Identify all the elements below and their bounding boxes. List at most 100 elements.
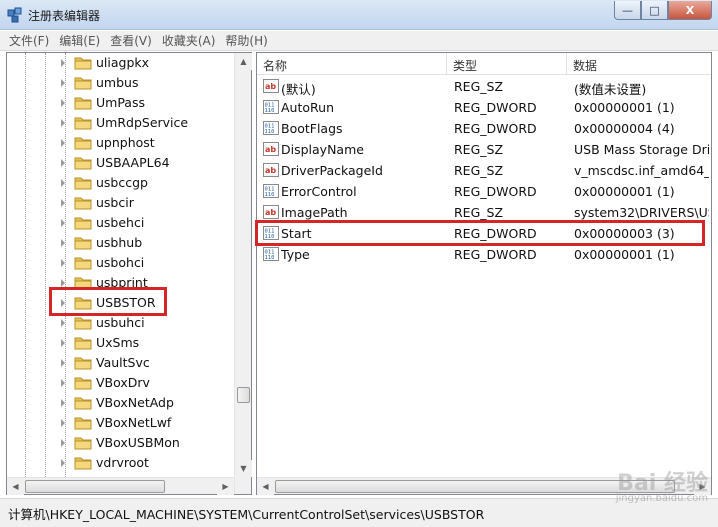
- value-row-errorcontrol[interactable]: 011 110 ErrorControl REG_DWORD 0x00000001 (1…: [257, 181, 711, 202]
- tree-item-vboxusbmon[interactable]: VBoxUSBMon: [7, 433, 235, 453]
- tree-item-label: VBoxUSBMon: [96, 435, 180, 450]
- registry-editor-icon: [7, 7, 22, 23]
- highlight-box-start: [255, 220, 705, 246]
- expand-arrow-icon[interactable]: [61, 119, 65, 127]
- value-type: REG_SZ: [454, 163, 504, 178]
- tree-item-uliagpkx[interactable]: uliagpkx: [7, 53, 235, 73]
- minimize-button[interactable]: —: [614, 1, 641, 20]
- expand-arrow-icon[interactable]: [61, 99, 65, 107]
- svg-text:ab: ab: [265, 82, 276, 91]
- menu-view[interactable]: 查看(V): [105, 32, 157, 49]
- expand-arrow-icon[interactable]: [61, 279, 65, 287]
- tree-item-label: VBoxDrv: [96, 375, 150, 390]
- expand-arrow-icon[interactable]: [61, 359, 65, 367]
- value-type: REG_SZ: [454, 79, 504, 94]
- tree-item-umpass[interactable]: UmPass: [7, 93, 235, 113]
- close-button[interactable]: X: [668, 1, 712, 20]
- tree-item-vdrvroot[interactable]: vdrvroot: [7, 453, 235, 473]
- value-name: DriverPackageId: [281, 163, 383, 178]
- tree-item-upnphost[interactable]: upnphost: [7, 133, 235, 153]
- binary-value-icon: 011110: [263, 121, 279, 135]
- expand-arrow-icon[interactable]: [61, 319, 65, 327]
- svg-text:ab: ab: [265, 208, 276, 217]
- tree-vertical-scrollbar[interactable]: ▲ ▼: [234, 53, 252, 494]
- registry-path: 计算机\HKEY_LOCAL_MACHINE\SYSTEM\CurrentCon…: [8, 507, 485, 522]
- watermark-url: jingyan.baidu.com: [615, 493, 708, 504]
- value-row-autorun[interactable]: 011 110 AutoRun REG_DWORD 0x00000001 (1): [257, 97, 711, 118]
- tree-item-usbuhci[interactable]: usbuhci: [7, 313, 235, 333]
- value-row-type[interactable]: 011 110 Type REG_DWORD 0x00000001 (1): [257, 244, 711, 265]
- column-header-data[interactable]: 数据: [567, 53, 711, 75]
- tree-item-usbohci[interactable]: usbohci: [7, 253, 235, 273]
- svg-text:ab: ab: [265, 145, 276, 154]
- folder-icon: [74, 337, 92, 350]
- column-header-type[interactable]: 类型: [447, 53, 567, 75]
- expand-arrow-icon[interactable]: [61, 179, 65, 187]
- tree-item-uxsms[interactable]: UxSms: [7, 333, 235, 353]
- tree-item-vaultsvc[interactable]: VaultSvc: [7, 353, 235, 373]
- menu-bar: 文件(F) 编辑(E) 查看(V) 收藏夹(A) 帮助(H): [0, 31, 718, 51]
- expand-arrow-icon[interactable]: [61, 159, 65, 167]
- scroll-up-button[interactable]: ▲: [235, 53, 252, 70]
- expand-arrow-icon[interactable]: [61, 339, 65, 347]
- tree-item-label: usbccgp: [96, 175, 148, 190]
- tree-item-usbaapl64[interactable]: USBAAPL64: [7, 153, 235, 173]
- expand-arrow-icon[interactable]: [61, 419, 65, 427]
- tree-item-label: UmRdpService: [96, 115, 189, 130]
- expand-arrow-icon[interactable]: [61, 379, 65, 387]
- folder-icon: [74, 257, 92, 270]
- value-data: system32\DRIVERS\USB: [574, 205, 709, 220]
- folder-icon: [74, 77, 92, 90]
- tree-item-label: usbhub: [96, 235, 143, 250]
- expand-arrow-icon[interactable]: [61, 259, 65, 267]
- expand-arrow-icon[interactable]: [61, 239, 65, 247]
- value-row-displayname[interactable]: ab DisplayName REG_SZ USB Mass Storage Driv: [257, 139, 711, 160]
- tree-item-vboxnetlwf[interactable]: VBoxNetLwf: [7, 413, 235, 433]
- tree-item-vboxdrv[interactable]: VBoxDrv: [7, 373, 235, 393]
- value-data: 0x00000004 (4): [574, 121, 675, 136]
- tree-item-label: usbcir: [96, 195, 134, 210]
- expand-arrow-icon[interactable]: [61, 219, 65, 227]
- expand-arrow-icon[interactable]: [61, 459, 65, 467]
- tree-item-umbus[interactable]: umbus: [7, 73, 235, 93]
- expand-arrow-icon[interactable]: [61, 139, 65, 147]
- value-row-[interactable]: ab (默认) REG_SZ (数值未设置): [257, 76, 711, 97]
- tree-item-label: upnphost: [96, 135, 155, 150]
- registry-values-pane[interactable]: 名称 类型 数据 ab (默认) REG_SZ (数值未设置) 011 110 AutoRu…: [256, 52, 712, 495]
- folder-icon: [74, 237, 92, 250]
- maximize-button[interactable]: □: [641, 1, 668, 20]
- tree-item-umrdpservice[interactable]: UmRdpService: [7, 113, 235, 133]
- column-header-name[interactable]: 名称: [257, 53, 447, 75]
- menu-favorites[interactable]: 收藏夹(A): [157, 32, 221, 49]
- expand-arrow-icon[interactable]: [61, 399, 65, 407]
- value-data: 0x00000001 (1): [574, 184, 675, 199]
- tree-item-vboxnetadp[interactable]: VBoxNetAdp: [7, 393, 235, 413]
- scroll-thumb[interactable]: [275, 480, 675, 493]
- value-data: 0x00000001 (1): [574, 100, 675, 115]
- scroll-down-button[interactable]: ▼: [235, 460, 252, 477]
- value-row-bootflags[interactable]: 011 110 BootFlags REG_DWORD 0x00000004 (4): [257, 118, 711, 139]
- tree-item-usbccgp[interactable]: usbccgp: [7, 173, 235, 193]
- folder-icon: [74, 357, 92, 370]
- scroll-thumb[interactable]: [25, 480, 165, 493]
- value-row-driverpackageid[interactable]: ab DriverPackageId REG_SZ v_mscdsc.inf_amd6…: [257, 160, 711, 181]
- tree-item-label: VBoxNetAdp: [96, 395, 174, 410]
- registry-tree-pane[interactable]: uliagpkx umbus UmPass UmRdpService upnphost U…: [6, 52, 252, 495]
- scroll-right-button[interactable]: ▶: [217, 478, 234, 495]
- expand-arrow-icon[interactable]: [61, 79, 65, 87]
- scroll-left-button[interactable]: ◀: [7, 478, 24, 495]
- expand-arrow-icon[interactable]: [61, 59, 65, 67]
- expand-arrow-icon[interactable]: [61, 199, 65, 207]
- tree-item-usbehci[interactable]: usbehci: [7, 213, 235, 233]
- expand-arrow-icon[interactable]: [61, 439, 65, 447]
- scroll-left-button[interactable]: ◀: [257, 478, 274, 495]
- menu-edit[interactable]: 编辑(E): [54, 32, 105, 49]
- tree-horizontal-scrollbar[interactable]: ◀ ▶: [7, 477, 234, 495]
- folder-icon: [74, 177, 92, 190]
- scroll-thumb[interactable]: [237, 387, 250, 403]
- tree-item-usbcir[interactable]: usbcir: [7, 193, 235, 213]
- tree-item-usbhub[interactable]: usbhub: [7, 233, 235, 253]
- menu-help[interactable]: 帮助(H): [220, 32, 272, 49]
- tree-item-label: usbohci: [96, 255, 145, 270]
- menu-file[interactable]: 文件(F): [4, 32, 54, 49]
